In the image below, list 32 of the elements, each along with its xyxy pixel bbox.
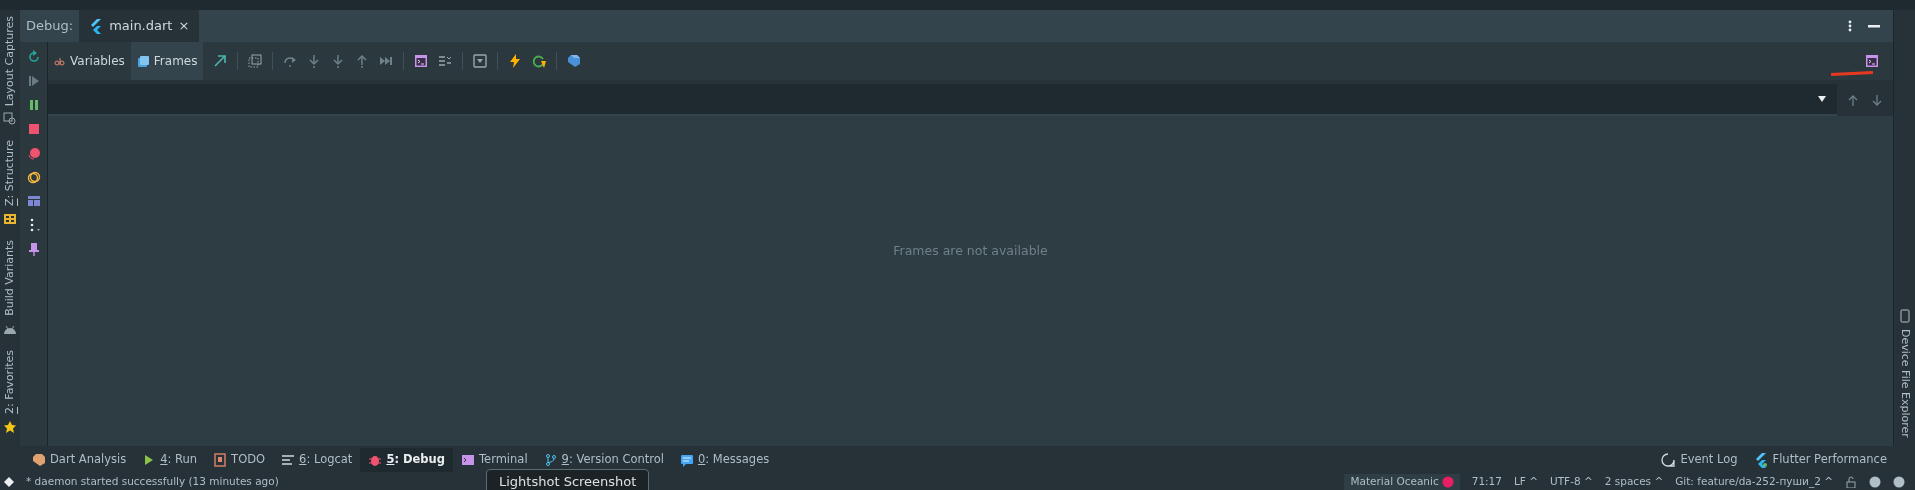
tool-window-tab[interactable]: Event Log bbox=[1653, 448, 1746, 472]
tab-label: Variables bbox=[70, 53, 125, 70]
tool-window-tab[interactable]: 5: Debug bbox=[360, 448, 453, 472]
tool-window-tab[interactable]: 6: Logcat bbox=[273, 448, 361, 472]
tool-window-label[interactable]: Build Variants bbox=[1, 240, 19, 317]
editor-tab[interactable]: main.dart × bbox=[79, 10, 200, 42]
tooltip: Lightshot Screenshot bbox=[486, 469, 650, 490]
status-item[interactable]: 71:17 bbox=[1471, 474, 1502, 490]
tool-window-label[interactable]: Z: Structure bbox=[1, 140, 19, 207]
status-item[interactable]: LF ^ bbox=[1514, 474, 1538, 490]
theme-indicator[interactable]: Material Oceanic bbox=[1344, 474, 1460, 490]
status-item[interactable]: 2 spaces ^ bbox=[1604, 474, 1664, 490]
tool-window-tab[interactable]: TODO bbox=[205, 448, 274, 472]
tool-window-tab[interactable]: 0: Messages bbox=[672, 448, 778, 472]
tool-window-label[interactable]: Layout Captures bbox=[1, 16, 19, 107]
tab-label: Frames bbox=[153, 53, 198, 70]
tool-window-tab[interactable]: Terminal bbox=[453, 448, 536, 472]
tool-window-tab[interactable]: Dart Analysis bbox=[24, 448, 135, 472]
tool-window-tab[interactable]: 4: Run bbox=[134, 448, 206, 472]
empty-message: Frames are not available bbox=[893, 241, 1048, 260]
tool-window-label[interactable]: Device File Explorer bbox=[1896, 329, 1913, 438]
tool-window-tab[interactable]: 9: Version Control bbox=[535, 448, 672, 472]
tool-window-label[interactable]: 2: Favorites bbox=[1, 350, 19, 415]
status-message: * daemon started successfully (13 minutes ago) bbox=[26, 474, 279, 490]
tool-window-tab[interactable]: Flutter Performance bbox=[1745, 448, 1895, 472]
tab-label: main.dart bbox=[109, 17, 173, 36]
view-tab[interactable]: Variables bbox=[48, 42, 131, 80]
status-item[interactable]: UTF-8 ^ bbox=[1550, 474, 1593, 490]
view-tab[interactable]: Frames bbox=[130, 42, 204, 80]
panel-label: Debug: bbox=[26, 17, 74, 36]
close-button[interactable]: × bbox=[178, 16, 190, 36]
status-item[interactable]: Git: feature/da-252-пуши_2 ^ bbox=[1675, 474, 1833, 490]
